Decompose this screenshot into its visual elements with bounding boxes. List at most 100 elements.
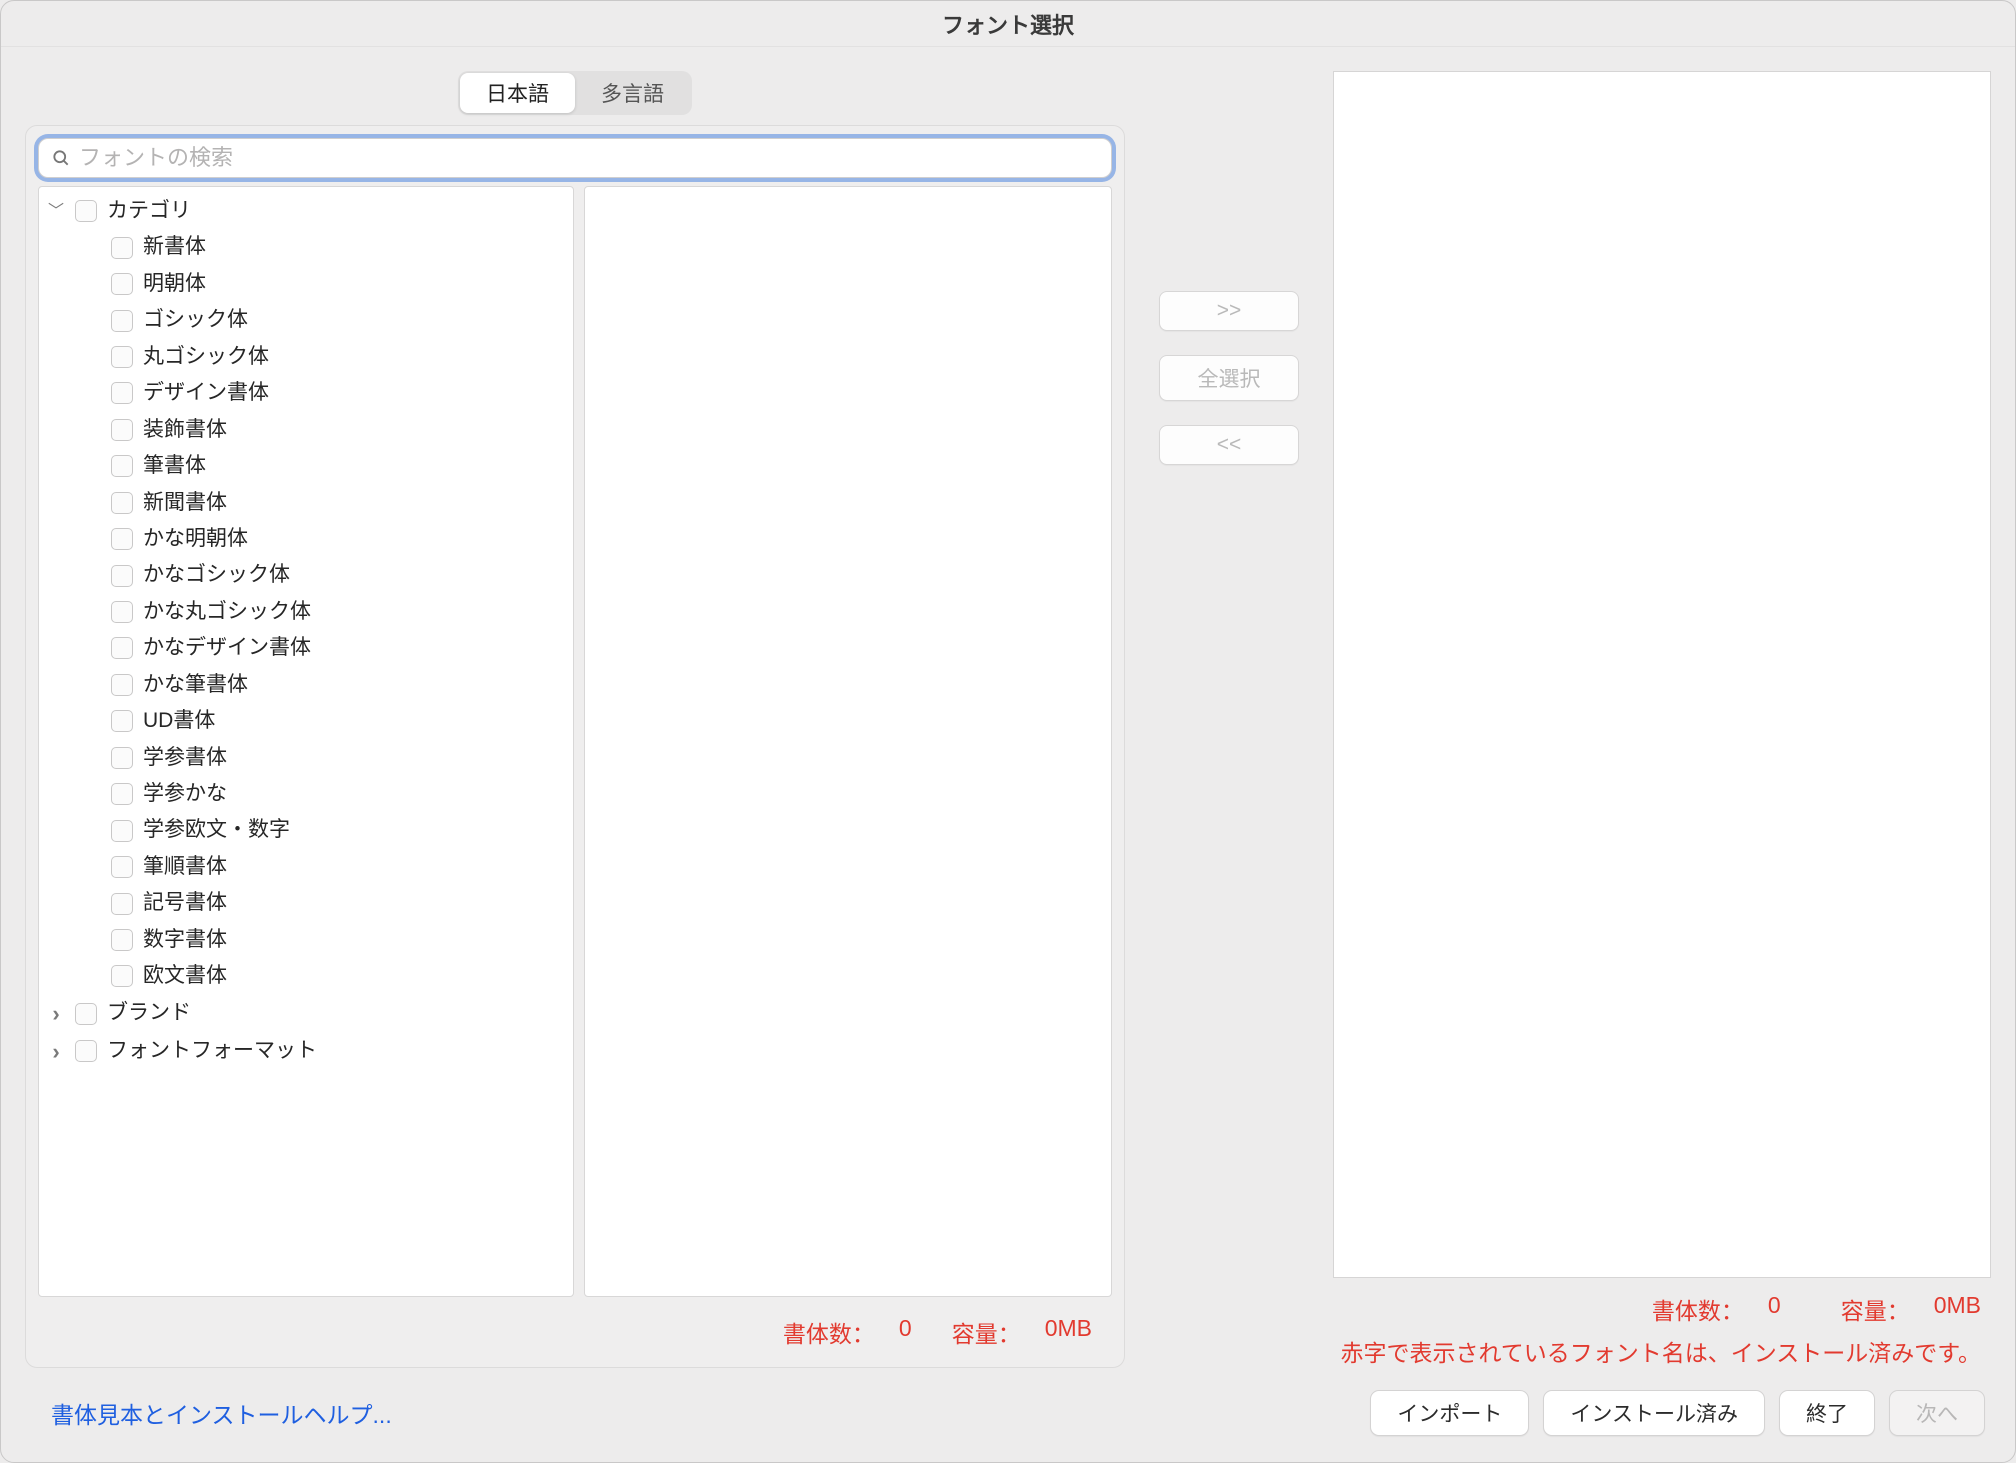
search-field-wrap (38, 138, 1112, 178)
tree-child-label: 筆順書体 (143, 852, 227, 882)
installed-button[interactable]: インストール済み (1543, 1390, 1765, 1436)
tree-child-label: 学参かな (143, 779, 227, 809)
tree-child-label: デザイン書体 (143, 378, 269, 408)
tree-child-row[interactable]: 新書体 (43, 229, 569, 265)
tree-child-row[interactable]: 学参書体 (43, 740, 569, 776)
tree-child-row[interactable]: ゴシック体 (43, 302, 569, 338)
tree-checkbox[interactable] (111, 455, 133, 477)
tree-child-label: 新書体 (143, 232, 206, 262)
tree-checkbox[interactable] (111, 929, 133, 951)
search-icon (51, 148, 71, 168)
right-count-value: 0 (1768, 1292, 1781, 1326)
tree-child-row[interactable]: かなゴシック体 (43, 557, 569, 593)
tree-checkbox[interactable] (111, 710, 133, 732)
tree-checkbox[interactable] (111, 674, 133, 696)
category-tree[interactable]: ﹀カテゴリ新書体明朝体ゴシック体丸ゴシック体デザイン書体装飾書体筆書体新聞書体か… (38, 186, 574, 1297)
tree-checkbox[interactable] (111, 601, 133, 623)
tree-checkbox[interactable] (111, 237, 133, 259)
right-stats: 書体数： 0 容量： 0MB (1333, 1278, 1991, 1330)
tree-child-row[interactable]: 数字書体 (43, 922, 569, 958)
tree-child-row[interactable]: 学参かな (43, 776, 569, 812)
tree-root-row[interactable]: ›フォントフォーマット (43, 1033, 569, 1071)
left-count-value: 0 (899, 1315, 912, 1349)
tree-child-label: 記号書体 (143, 888, 227, 918)
next-button[interactable]: 次へ (1889, 1390, 1985, 1436)
tree-child-row[interactable]: 明朝体 (43, 266, 569, 302)
tree-child-label: 筆書体 (143, 451, 206, 481)
tree-checkbox[interactable] (111, 893, 133, 915)
help-link[interactable]: 書体見本とインストールヘルプ... (51, 1396, 392, 1430)
tree-child-label: かな筆書体 (143, 670, 248, 700)
chevron-right-icon[interactable]: › (47, 998, 65, 1030)
tree-child-label: 欧文書体 (143, 961, 227, 991)
tab-multilingual[interactable]: 多言語 (575, 73, 690, 113)
tree-checkbox[interactable] (111, 856, 133, 878)
search-input[interactable] (79, 145, 1099, 171)
left-column: 日本語 多言語 ﹀ カテゴリ新書体明朝体ゴシック体丸ゴシック体デザイン書体装飾書体… (25, 71, 1125, 1368)
left-count-label: 書体数： (783, 1315, 875, 1349)
tree-root-row[interactable]: › ブランド (43, 995, 569, 1033)
tree-checkbox[interactable] (75, 1040, 97, 1062)
window-title: フォント選択 (1, 1, 2015, 47)
tree-child-row[interactable]: かな丸ゴシック体 (43, 594, 569, 630)
tree-child-row[interactable]: デザイン書体 (43, 375, 569, 411)
quit-button[interactable]: 終了 (1779, 1390, 1875, 1436)
tree-child-label: 装飾書体 (143, 415, 227, 445)
right-size-label: 容量： (1841, 1292, 1910, 1326)
segmented-control: 日本語 多言語 (458, 71, 692, 115)
tree-checkbox[interactable] (111, 637, 133, 659)
left-size-value: 0MB (1045, 1315, 1092, 1349)
chevron-right-icon[interactable]: › (47, 1036, 65, 1068)
tree-checkbox[interactable] (111, 820, 133, 842)
footer-buttons: インポート インストール済み 終了 次へ (1370, 1390, 1985, 1436)
tree-child-label: UD書体 (143, 706, 215, 736)
tree-child-row[interactable]: UD書体 (43, 703, 569, 739)
tree-child-label: かなゴシック体 (143, 560, 290, 590)
tree-child-row[interactable]: かな筆書体 (43, 667, 569, 703)
tree-checkbox[interactable] (111, 747, 133, 769)
tree-checkbox[interactable] (111, 310, 133, 332)
tree-child-row[interactable]: 筆順書体 (43, 849, 569, 885)
tree-child-row[interactable]: かな明朝体 (43, 521, 569, 557)
tree-checkbox[interactable] (111, 419, 133, 441)
tree-checkbox[interactable] (111, 528, 133, 550)
lists-row: ﹀カテゴリ新書体明朝体ゴシック体丸ゴシック体デザイン書体装飾書体筆書体新聞書体か… (38, 186, 1112, 1297)
tree-checkbox[interactable] (111, 565, 133, 587)
tree-checkbox[interactable] (111, 965, 133, 987)
tree-root-label: ブランド (107, 998, 191, 1028)
tree-checkbox[interactable] (111, 492, 133, 514)
tree-child-row[interactable]: 丸ゴシック体 (43, 339, 569, 375)
selected-fonts-box[interactable] (1333, 71, 1991, 1278)
add-button[interactable]: >> (1159, 291, 1299, 331)
tree-checkbox[interactable] (75, 1003, 97, 1025)
tree-child-label: 数字書体 (143, 925, 227, 955)
tree-root-row[interactable]: ﹀ カテゴリ (43, 193, 569, 229)
tree-checkbox[interactable] (111, 346, 133, 368)
import-button[interactable]: インポート (1370, 1390, 1529, 1436)
remove-button[interactable]: << (1159, 425, 1299, 465)
tab-japanese[interactable]: 日本語 (460, 73, 575, 113)
tree-checkbox[interactable] (111, 783, 133, 805)
tree-child-row[interactable]: 欧文書体 (43, 958, 569, 994)
font-list[interactable] (584, 186, 1112, 1297)
tree-child-label: 丸ゴシック体 (143, 342, 269, 372)
tree-checkbox[interactable] (75, 200, 97, 222)
tree-checkbox[interactable] (111, 273, 133, 295)
tree-child-label: 学参書体 (143, 743, 227, 773)
installed-note: 赤字で表示されているフォント名は、インストール済みです。 (1333, 1330, 1991, 1368)
tree-child-label: 新聞書体 (143, 488, 227, 518)
right-column: 書体数： 0 容量： 0MB 赤字で表示されているフォント名は、インストール済み… (1333, 71, 1991, 1368)
tree-child-row[interactable]: 新聞書体 (43, 485, 569, 521)
tree-child-label: かな丸ゴシック体 (143, 597, 311, 627)
tree-child-row[interactable]: 装飾書体 (43, 412, 569, 448)
tree-child-row[interactable]: かなデザイン書体 (43, 630, 569, 666)
select-all-button[interactable]: 全選択 (1159, 355, 1299, 401)
tree-child-row[interactable]: 筆書体 (43, 448, 569, 484)
chevron-down-icon[interactable]: ﹀ (47, 200, 65, 223)
tree-checkbox[interactable] (111, 382, 133, 404)
right-count-label: 書体数： (1652, 1292, 1744, 1326)
tree-child-row[interactable]: 学参欧文・数字 (43, 812, 569, 848)
tree-child-row[interactable]: 記号書体 (43, 885, 569, 921)
tree-child-label: 明朝体 (143, 269, 206, 299)
tree-root-label: カテゴリ (107, 196, 191, 226)
